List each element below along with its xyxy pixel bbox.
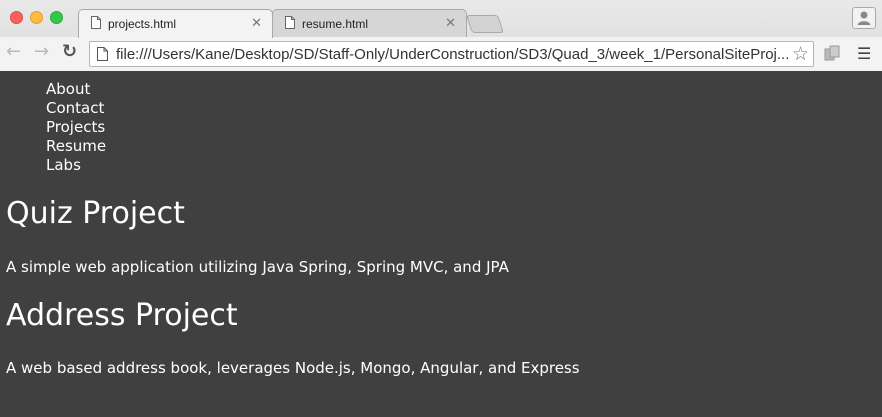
tab-projects[interactable]: projects.html ✕ — [78, 9, 273, 38]
tab-resume[interactable]: resume.html ✕ — [272, 9, 467, 37]
nav-item-contact: Contact — [46, 99, 106, 118]
project-title: Quiz Project — [6, 196, 185, 231]
nav-link-about[interactable]: About — [46, 80, 90, 98]
nav-link-contact[interactable]: Contact — [46, 99, 104, 117]
toolbar: ← → ↻ file:///Users/Kane/Desktop/SD/Staf… — [0, 37, 882, 71]
url-text[interactable]: file:///Users/Kane/Desktop/SD/Staff-Only… — [116, 46, 789, 63]
address-bar[interactable]: file:///Users/Kane/Desktop/SD/Staff-Only… — [89, 41, 814, 67]
window-close-button[interactable] — [10, 11, 23, 24]
bookmark-star-icon[interactable]: ☆ — [792, 43, 809, 65]
nav-link-projects[interactable]: Projects — [46, 118, 105, 136]
forward-arrow-icon[interactable]: → — [34, 41, 49, 62]
new-tab-button[interactable] — [466, 15, 504, 33]
page-icon — [285, 16, 295, 29]
page-icon — [91, 16, 101, 29]
menu-icon[interactable]: ☰ — [857, 44, 871, 63]
nav-item-labs: Labs — [46, 156, 106, 175]
nav-item-projects: Projects — [46, 118, 106, 137]
nav-item-about: About — [46, 80, 106, 99]
tab-title: resume.html — [302, 17, 369, 31]
profile-button[interactable] — [852, 7, 876, 29]
project-title: Address Project — [6, 298, 238, 333]
nav-link-resume[interactable]: Resume — [46, 137, 106, 155]
close-icon[interactable]: ✕ — [251, 15, 262, 31]
nav-item-resume: Resume — [46, 137, 106, 156]
tab-title: projects.html — [108, 17, 177, 31]
back-arrow-icon[interactable]: ← — [6, 41, 21, 62]
close-icon[interactable]: ✕ — [445, 15, 456, 31]
nav-link-labs[interactable]: Labs — [46, 156, 81, 174]
title-bar: projects.html ✕ resume.html ✕ — [0, 0, 882, 38]
extension-icon[interactable] — [823, 44, 841, 62]
project-description: A simple web application utilizing Java … — [6, 258, 509, 276]
page-icon — [97, 47, 108, 61]
browser-chrome: projects.html ✕ resume.html ✕ ← → ↻ file… — [0, 0, 882, 71]
window-zoom-button[interactable] — [50, 11, 63, 24]
person-icon — [857, 11, 871, 25]
window-minimize-button[interactable] — [30, 11, 43, 24]
site-nav: About Contact Projects Resume Labs — [46, 80, 106, 175]
page-content: About Contact Projects Resume Labs Quiz … — [0, 72, 882, 417]
reload-icon[interactable]: ↻ — [62, 41, 77, 62]
project-description: A web based address book, leverages Node… — [6, 359, 580, 377]
